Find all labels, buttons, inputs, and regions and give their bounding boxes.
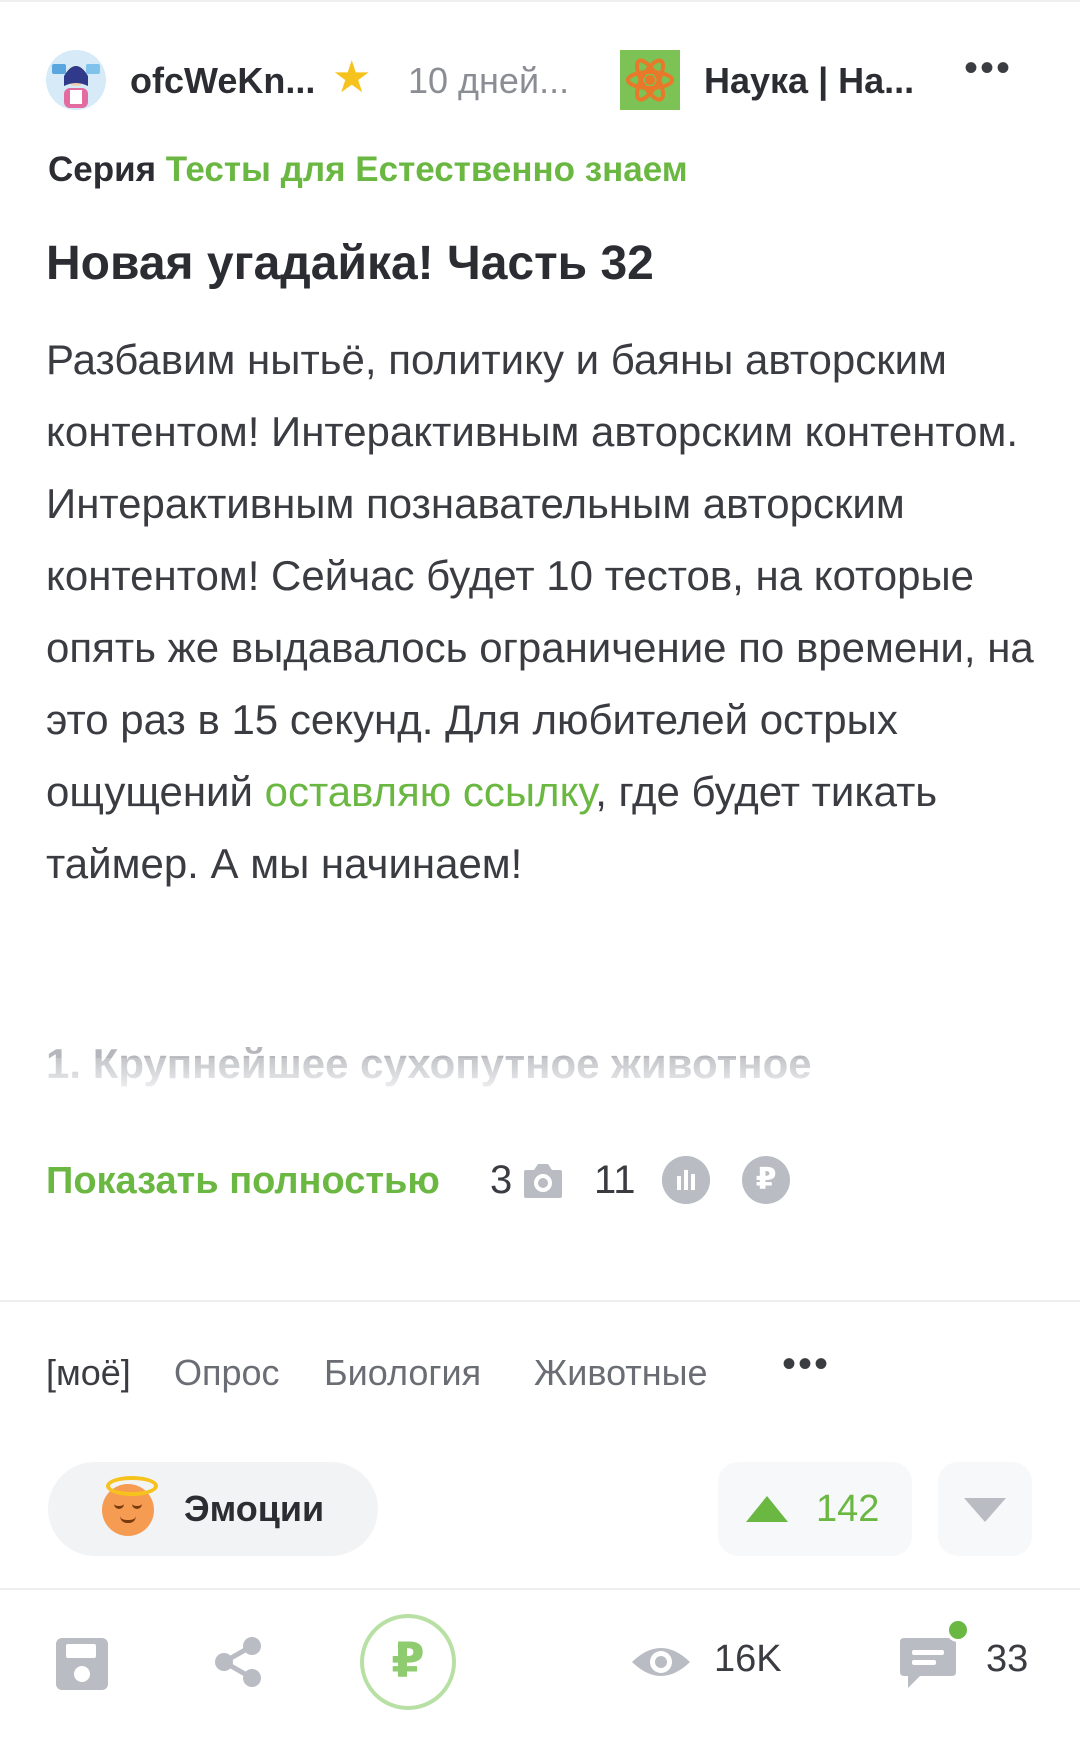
camera-icon <box>524 1164 562 1198</box>
share-icon[interactable] <box>210 1634 266 1690</box>
post-link[interactable]: оставляю ссылку <box>265 768 596 815</box>
tag-animals[interactable]: Животные <box>534 1352 708 1394</box>
emotions-label: Эмоции <box>184 1488 325 1529</box>
post-body: Разбавим нытьё, политику и баяны авторск… <box>46 324 1046 900</box>
views-count: 16K <box>714 1638 782 1680</box>
author-name[interactable]: ofcWeKn... <box>130 60 315 102</box>
post-text-part1: Разбавим нытьё, политику и баяны авторск… <box>46 336 1034 815</box>
expand-row: Показать полностью 3 11 ₽ <box>46 1154 1046 1214</box>
more-tags-icon[interactable]: ••• <box>782 1342 830 1387</box>
bottom-action-bar: ₽ 16K 33 <box>0 1592 1080 1752</box>
tags-row: [моё] Опрос Биология Животные ••• <box>46 1342 1046 1402</box>
section-divider <box>0 1300 1080 1302</box>
donate-icon: ₽ <box>742 1156 790 1204</box>
donate-button[interactable]: ₽ <box>360 1614 456 1710</box>
faded-section-heading: 1. Крупнейшее сухопутное животное <box>46 1040 812 1098</box>
series-label: Серия <box>48 150 157 189</box>
upvote-button[interactable]: 142 <box>718 1462 912 1556</box>
halo-emoji-icon <box>102 1476 158 1536</box>
new-comments-indicator <box>946 1618 970 1642</box>
tag-biology[interactable]: Биология <box>324 1352 481 1394</box>
rating-count: 142 <box>816 1488 880 1530</box>
tag-mine[interactable]: [моё] <box>46 1352 131 1394</box>
eye-icon <box>632 1648 690 1676</box>
photos-count: 3 <box>490 1158 513 1202</box>
downvote-button[interactable] <box>938 1462 1032 1556</box>
bottom-divider <box>0 1588 1080 1590</box>
post-header: ofcWeKn... ★ 10 дней... Наука | На... ••… <box>46 48 1046 112</box>
community-name[interactable]: Наука | На... <box>704 60 914 102</box>
star-icon: ★ <box>332 53 372 102</box>
arrow-down-icon <box>964 1498 1006 1522</box>
arrow-up-icon <box>746 1496 788 1522</box>
author-avatar[interactable] <box>46 50 106 110</box>
post-title[interactable]: Новая угадайка! Часть 32 <box>46 236 654 291</box>
show-full-button[interactable]: Показать полностью <box>46 1160 440 1203</box>
poll-icon <box>662 1156 710 1204</box>
community-icon[interactable] <box>620 50 680 110</box>
series-line: Серия Тесты для Естественно знаем <box>48 150 688 190</box>
more-options-icon[interactable]: ••• <box>964 48 1012 88</box>
series-link[interactable]: Тесты для Естественно знаем <box>166 150 688 189</box>
top-divider <box>0 0 1080 2</box>
polls-count: 11 <box>594 1158 636 1202</box>
emotions-button[interactable]: Эмоции <box>48 1462 378 1556</box>
save-icon[interactable] <box>56 1638 108 1690</box>
comments-count: 33 <box>986 1638 1029 1680</box>
comment-icon[interactable] <box>898 1636 958 1690</box>
tag-poll[interactable]: Опрос <box>174 1352 280 1394</box>
post-time: 10 дней... <box>408 60 570 101</box>
